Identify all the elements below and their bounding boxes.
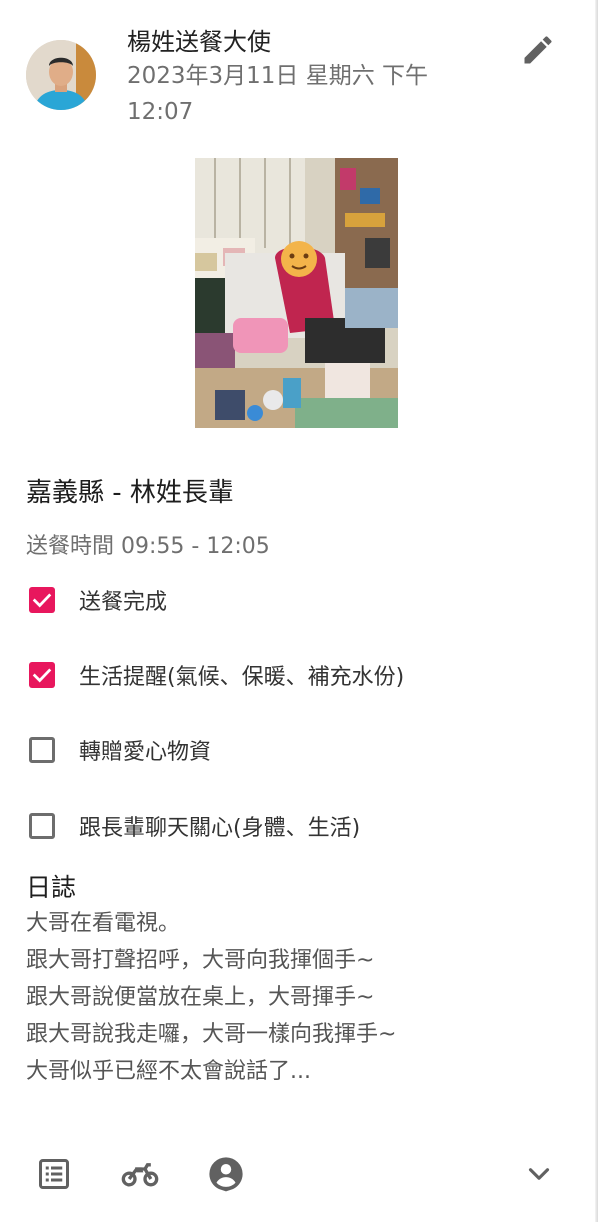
motorcycle-button[interactable] xyxy=(119,1153,161,1195)
checklist-item-chat-care[interactable]: 跟長輩聊天關心(身體、生活) xyxy=(26,806,566,846)
meal-delivery-time: 送餐時間 09:55 - 12:05 xyxy=(26,534,270,559)
checkbox-unchecked[interactable] xyxy=(29,813,55,839)
log-text: 大哥在看電視。 跟大哥打聲招呼，大哥向我揮個手~ 跟大哥說便當放在桌上，大哥揮手… xyxy=(26,905,586,1090)
checklist-label: 轉贈愛心物資 xyxy=(79,740,212,765)
avatar[interactable] xyxy=(26,40,96,110)
log-line: 跟大哥說便當放在桌上，大哥揮手~ xyxy=(26,985,375,1010)
avatar-photo xyxy=(26,40,96,110)
motorcycle-icon xyxy=(121,1163,159,1187)
chevron-down-icon xyxy=(528,1168,550,1180)
delivery-photo-image xyxy=(195,158,398,428)
author-name: 楊姓送餐大使 xyxy=(127,28,271,56)
log-line: 跟大哥說我走囉，大哥一樣向我揮手~ xyxy=(26,1022,397,1047)
checklist-label: 生活提醒(氣候、保暖、補充水份) xyxy=(79,665,405,690)
post-header: 楊姓送餐大使 2023年3月11日 星期六 下午 12:07 xyxy=(0,0,598,140)
checkbox-checked[interactable] xyxy=(29,587,55,613)
edit-button[interactable] xyxy=(518,30,558,70)
list-icon xyxy=(39,1159,69,1189)
log-line: 大哥在看電視。 xyxy=(26,911,181,936)
checkmark-icon xyxy=(32,668,52,683)
person-pin-icon xyxy=(209,1157,243,1192)
checklist-label: 送餐完成 xyxy=(79,590,168,615)
pencil-icon xyxy=(524,36,552,64)
log-heading: 日誌 xyxy=(26,873,77,902)
checklist-item-delivery-done[interactable]: 送餐完成 xyxy=(26,580,566,620)
list-button[interactable] xyxy=(33,1153,75,1195)
checkbox-unchecked[interactable] xyxy=(29,737,55,763)
checklist-item-life-reminder[interactable]: 生活提醒(氣候、保暖、補充水份) xyxy=(26,655,566,695)
checklist-item-donated-supplies[interactable]: 轉贈愛心物資 xyxy=(26,730,566,770)
checkbox-checked[interactable] xyxy=(29,662,55,688)
checklist-label: 跟長輩聊天關心(身體、生活) xyxy=(79,816,361,841)
elder-title: 嘉義縣 - 林姓長輩 xyxy=(26,478,234,508)
post-timestamp: 2023年3月11日 星期六 下午 12:07 xyxy=(127,63,429,125)
log-line: 跟大哥打聲招呼，大哥向我揮個手~ xyxy=(26,948,375,973)
action-bar xyxy=(0,1140,598,1210)
checkmark-icon xyxy=(32,593,52,608)
expand-button[interactable] xyxy=(518,1153,560,1195)
delivery-photo[interactable] xyxy=(195,158,398,428)
log-line: 大哥似乎已經不太會說話了... xyxy=(26,1059,311,1084)
profile-button[interactable] xyxy=(205,1153,247,1195)
